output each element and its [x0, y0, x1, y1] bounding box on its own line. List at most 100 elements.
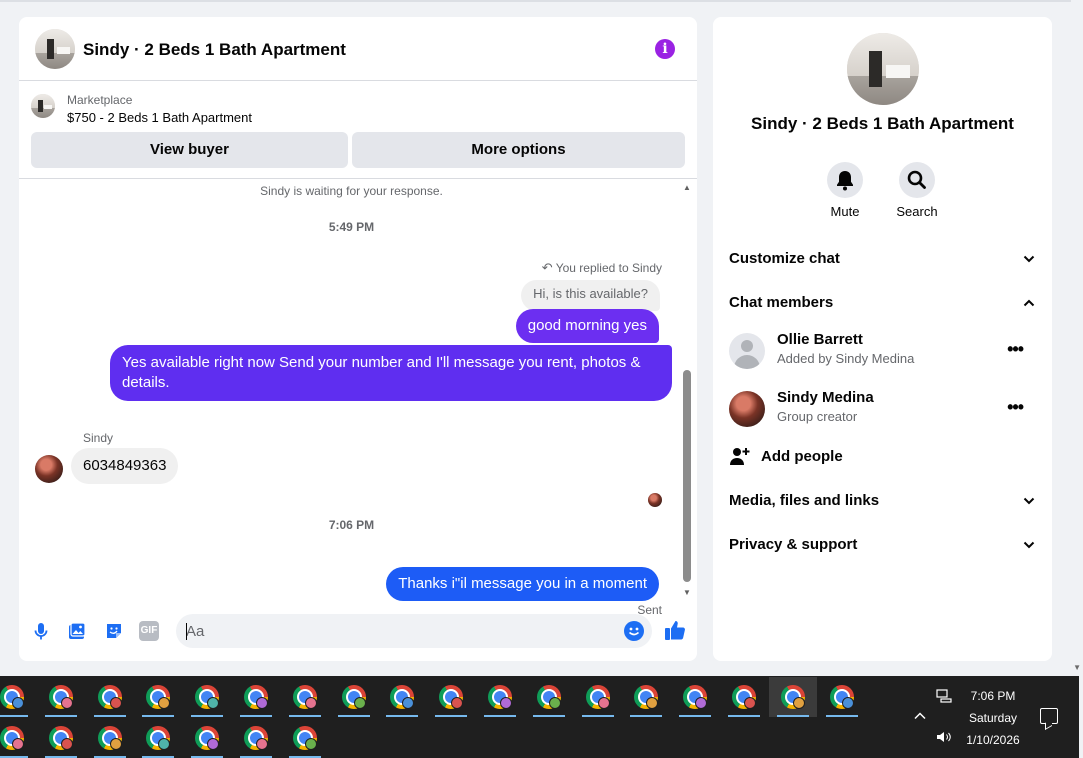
running-indicator	[0, 715, 28, 717]
microphone-icon[interactable]	[31, 621, 51, 641]
taskbar-browser-button[interactable]	[427, 677, 475, 717]
message-bubble-incoming[interactable]: 6034849363	[71, 448, 179, 484]
taskbar-browser-button[interactable]	[183, 718, 231, 758]
mute-button[interactable]: Mute	[815, 162, 875, 219]
customize-chat-label: Customize chat	[729, 250, 840, 267]
clock-day[interactable]: Saturday	[958, 711, 1028, 725]
notification-center-icon[interactable]	[1040, 708, 1058, 724]
message-bubble-outgoing[interactable]: Thanks i"il message you in a moment	[386, 567, 659, 601]
taskbar-browser-button[interactable]	[232, 677, 280, 717]
message-list: Sindy is waiting for your response. 5:49…	[19, 180, 684, 617]
taskbar-browser-button[interactable]	[37, 718, 85, 758]
taskbar-browser-button[interactable]	[37, 677, 85, 717]
info-icon[interactable]: i	[655, 39, 675, 59]
taskbar-browser-button[interactable]	[86, 718, 134, 758]
message-input[interactable]	[186, 621, 606, 641]
sender-avatar[interactable]	[35, 455, 63, 483]
emoji-icon[interactable]	[624, 621, 644, 641]
quoted-message[interactable]: Hi, is this available?	[521, 280, 660, 311]
message-bubble-outgoing[interactable]: good morning yes	[515, 309, 659, 343]
clock-date[interactable]: 1/10/2026	[958, 733, 1028, 747]
member-row[interactable]: Ollie Barrett Added by Sindy Medina •••	[729, 331, 1036, 371]
clock-time[interactable]: 7:06 PM	[958, 689, 1028, 703]
bell-icon[interactable]	[827, 162, 863, 198]
taskbar-browser-button[interactable]	[134, 677, 182, 717]
message-bubble-outgoing[interactable]: Yes available right now Send your number…	[110, 345, 672, 401]
tray-overflow-chevron-icon[interactable]	[913, 709, 929, 725]
profile-badge-icon	[207, 738, 220, 750]
chat-members-section[interactable]: Chat members	[729, 294, 1036, 311]
more-options-button[interactable]: More options	[352, 132, 685, 168]
taskbar-browser-button[interactable]	[476, 677, 524, 717]
taskbar-browser-button[interactable]	[281, 718, 329, 758]
customize-chat-section[interactable]: Customize chat	[729, 250, 1036, 267]
taskbar-browser-button[interactable]	[671, 677, 719, 717]
taskbar-browser-button[interactable]	[86, 677, 134, 717]
scroll-down-arrow-icon[interactable]: ▼	[683, 588, 691, 597]
listing-title[interactable]: $750 - 2 Beds 1 Bath Apartment	[67, 110, 252, 125]
scrollbar-thumb[interactable]	[683, 370, 691, 582]
profile-badge-icon	[500, 697, 512, 709]
add-person-icon	[730, 448, 750, 465]
taskbar-browser-button[interactable]	[720, 677, 768, 717]
profile-badge-icon	[548, 697, 561, 709]
taskbar-browser-button[interactable]	[330, 677, 378, 717]
view-buyer-button[interactable]: View buyer	[31, 132, 348, 168]
running-indicator	[288, 715, 321, 717]
network-icon[interactable]	[936, 689, 952, 706]
profile-badge-icon	[158, 738, 171, 750]
chevron-up-icon	[1023, 299, 1035, 307]
timestamp: 5:49 PM	[328, 220, 375, 234]
running-indicator	[191, 715, 224, 717]
image-icon[interactable]	[67, 621, 87, 641]
scroll-up-arrow-icon[interactable]: ▲	[683, 183, 691, 192]
volume-icon[interactable]	[936, 730, 952, 747]
sticker-icon[interactable]	[104, 621, 124, 641]
running-indicator	[825, 715, 858, 717]
member-row[interactable]: Sindy Medina Group creator •••	[729, 389, 1036, 429]
member-avatar	[729, 391, 765, 427]
profile-badge-icon	[304, 738, 317, 750]
listing-avatar-large[interactable]	[847, 33, 919, 105]
listing-avatar[interactable]	[35, 29, 75, 69]
listing-thumbnail[interactable]	[31, 94, 55, 118]
more-options-icon[interactable]: •••	[1007, 397, 1024, 418]
chat-scrollbar[interactable]: ▲ ▼	[682, 183, 692, 597]
search-button[interactable]: Search	[887, 162, 947, 219]
member-role: Group creator	[777, 409, 858, 424]
gif-icon[interactable]: GIF	[139, 621, 159, 641]
taskbar-browser-button[interactable]	[0, 677, 36, 717]
taskbar-browser-button[interactable]	[818, 677, 866, 717]
chat-title[interactable]: Sindy · 2 Beds 1 Bath Apartment	[83, 40, 346, 60]
profile-badge-icon	[12, 697, 24, 709]
taskbar-browser-button[interactable]	[622, 677, 670, 717]
more-options-icon[interactable]: •••	[1007, 339, 1024, 360]
window-top-border	[0, 0, 1083, 2]
search-label: Search	[896, 204, 938, 219]
running-indicator	[93, 715, 126, 717]
taskbar-browser-button[interactable]	[525, 677, 573, 717]
taskbar-browser-button[interactable]	[574, 677, 622, 717]
scroll-down-arrow-icon[interactable]: ▼	[1073, 663, 1081, 672]
taskbar-browser-button[interactable]	[378, 677, 426, 717]
taskbar-browser-button[interactable]	[0, 718, 36, 758]
panel-title: Sindy · 2 Beds 1 Bath Apartment	[751, 114, 1014, 133]
profile-badge-icon	[256, 697, 268, 709]
add-people-label: Add people	[761, 448, 843, 465]
taskbar-browser-button[interactable]	[768, 677, 817, 717]
thumbs-up-icon[interactable]	[664, 619, 686, 641]
running-indicator	[44, 715, 77, 717]
taskbar-browser-button[interactable]	[281, 677, 329, 717]
add-people-button[interactable]: Add people	[729, 446, 1036, 468]
message-input-wrapper[interactable]	[176, 614, 652, 648]
search-icon[interactable]	[899, 162, 935, 198]
taskbar-browser-button[interactable]	[232, 718, 280, 758]
media-files-section[interactable]: Media, files and links	[729, 492, 1036, 509]
privacy-support-section[interactable]: Privacy & support	[729, 536, 1036, 553]
chevron-down-icon	[1023, 497, 1035, 505]
taskbar-browser-button[interactable]	[134, 718, 182, 758]
marketplace-bar: Marketplace $750 - 2 Beds 1 Bath Apartme…	[19, 82, 697, 179]
reply-arrow-icon: ↶	[541, 260, 553, 275]
taskbar-browser-button[interactable]	[183, 677, 231, 717]
page-scrollbar[interactable]: ▼	[1071, 0, 1083, 676]
